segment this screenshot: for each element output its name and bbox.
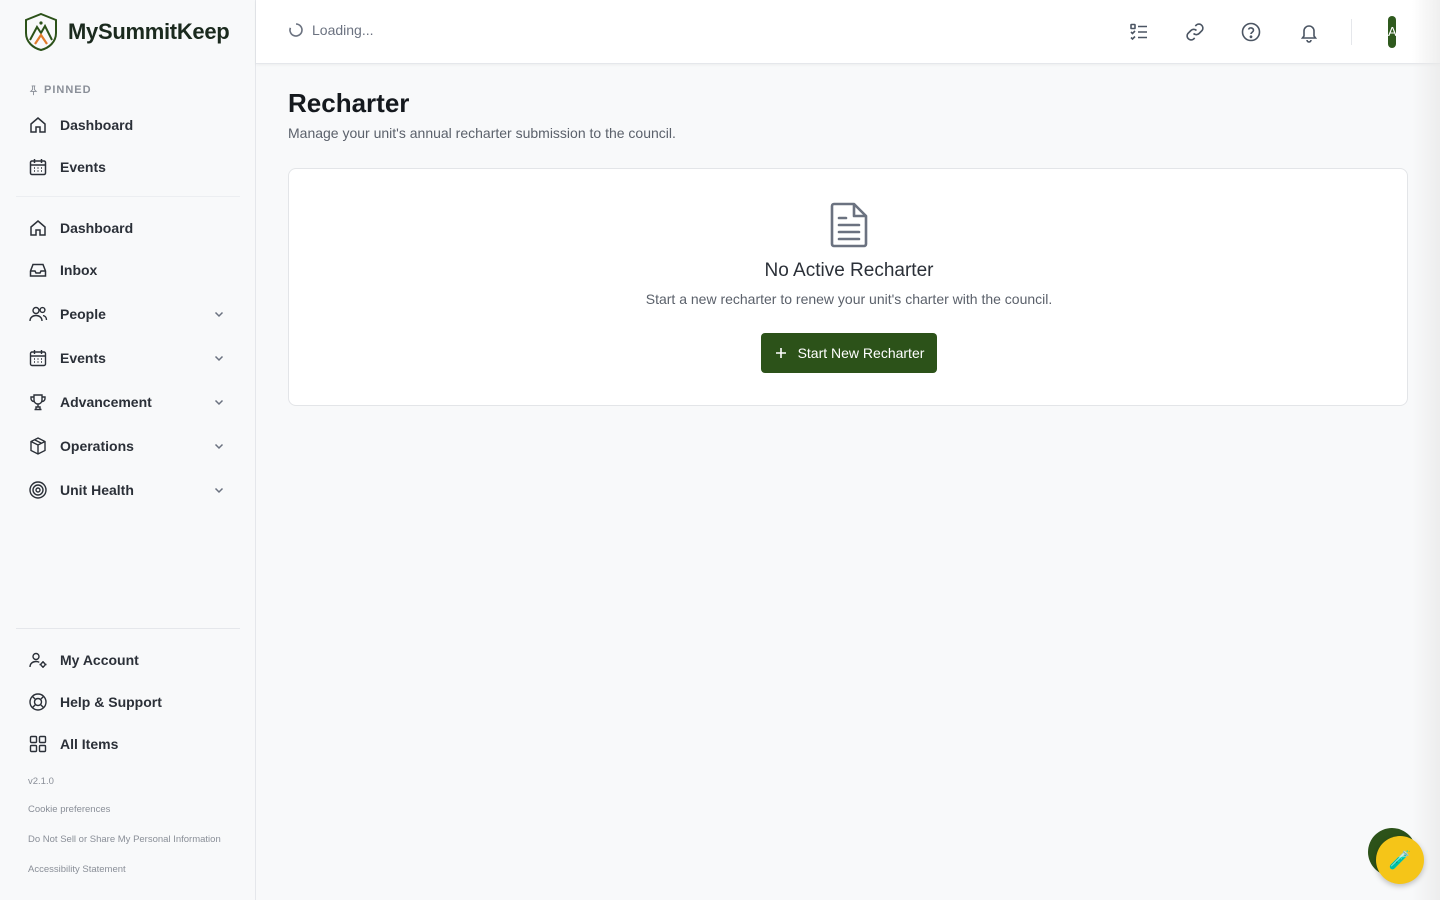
users-icon [28,304,48,324]
feedback-fab-button[interactable]: 🧪 [1376,836,1424,884]
sidebar-item-all-items[interactable]: All Items [16,726,240,762]
version-label: v2.1.0 [28,776,54,787]
grid-icon [28,734,48,754]
sidebar-bottom-divider [16,628,240,629]
brand-name: MySummitKeep [68,19,230,44]
calendar-icon [28,348,48,368]
loading-indicator: Loading... [288,22,374,38]
target-icon [28,480,48,500]
checklist-icon[interactable] [1127,20,1151,44]
chevron-down-icon[interactable] [212,395,226,409]
topbar: Loading... A [256,0,1440,64]
chevron-down-icon[interactable] [212,307,226,321]
file-text-icon [830,202,868,248]
page-title: Recharter [288,88,410,118]
inbox-icon [28,260,48,280]
chevron-down-icon[interactable] [212,483,226,497]
right-edge-shadow [1412,0,1440,900]
chevron-down-icon[interactable] [212,439,226,453]
sidebar-item-events[interactable]: Events [16,340,240,376]
brand[interactable]: MySummitKeep [24,13,230,51]
empty-state-description: Start a new recharter to renew your unit… [645,291,1053,307]
sidebar-item-people[interactable]: People [16,296,240,332]
sidebar-item-unit-health[interactable]: Unit Health [16,472,240,508]
lifebuoy-icon [28,692,48,712]
sidebar-item-operations[interactable]: Operations [16,428,240,464]
user-avatar[interactable]: A [1388,16,1397,48]
sidebar: MySummitKeep PINNED Dashboard Events Das… [0,0,256,900]
link-icon[interactable] [1183,20,1207,44]
pin-icon [29,84,38,95]
accessibility-statement-link[interactable]: Accessibility Statement [28,864,126,875]
page-subtitle: Manage your unit's annual recharter subm… [288,125,676,141]
user-cog-icon [28,650,48,670]
calendar-icon [28,157,48,177]
test-tube-icon: 🧪 [1388,849,1412,870]
plus-icon [775,348,786,358]
home-icon [28,218,48,238]
sidebar-item-my-account[interactable]: My Account [16,642,240,678]
pinned-item-events[interactable]: Events [16,149,240,185]
help-circle-icon[interactable] [1239,20,1263,44]
empty-state-title: No Active Recharter [764,260,934,281]
home-icon [28,115,48,135]
pinned-item-dashboard[interactable]: Dashboard [16,107,240,143]
start-new-recharter-button[interactable]: Start New Recharter [761,333,937,373]
bell-icon[interactable] [1297,20,1321,44]
trophy-icon [28,392,48,412]
pinned-divider [16,196,240,197]
do-not-sell-link[interactable]: Do Not Sell or Share My Personal Informa… [28,834,221,845]
mountain-shield-logo-icon [25,13,57,51]
cookie-preferences-link[interactable]: Cookie preferences [28,804,110,815]
sidebar-item-advancement[interactable]: Advancement [16,384,240,420]
sidebar-item-inbox[interactable]: Inbox [16,252,240,288]
sidebar-item-help-support[interactable]: Help & Support [16,684,240,720]
empty-state-card: No Active Recharter Start a new recharte… [288,168,1408,406]
box-icon [28,436,48,456]
spinner-icon [289,23,303,37]
pinned-section-label: PINNED [28,84,92,96]
sidebar-item-dashboard[interactable]: Dashboard [16,210,240,246]
topbar-divider [1351,19,1352,45]
chevron-down-icon[interactable] [212,351,226,365]
